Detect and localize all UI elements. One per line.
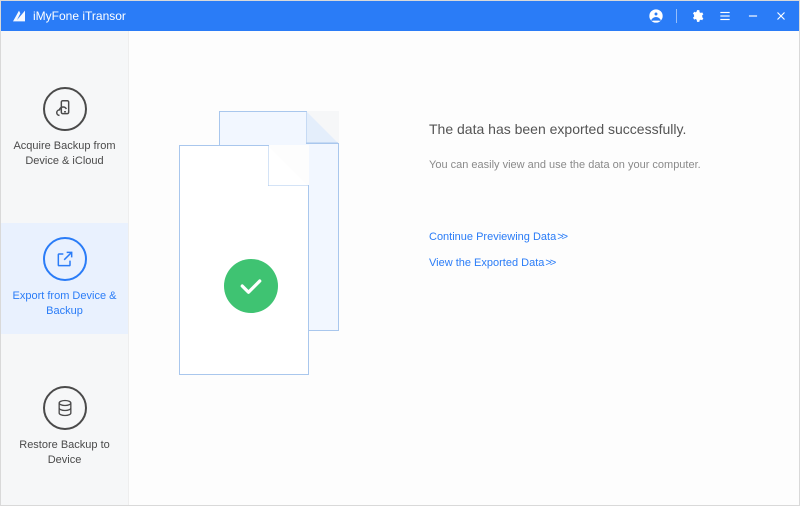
export-success-headline: The data has been exported successfully. [429, 121, 779, 137]
sidebar: Acquire Backup from Device & iCloud Expo… [1, 31, 129, 505]
chevron-right-icon: >> [556, 231, 566, 243]
divider [676, 9, 677, 23]
app-body: Acquire Backup from Device & iCloud Expo… [1, 31, 799, 505]
sidebar-item-restore[interactable]: Restore Backup to Device [1, 372, 128, 484]
device-cloud-icon [43, 87, 87, 131]
view-exported-data-link[interactable]: View the Exported Data >> [429, 257, 779, 269]
account-icon[interactable] [648, 8, 664, 24]
close-icon[interactable] [773, 8, 789, 24]
app-logo-icon [11, 8, 27, 24]
app-window: iMyFone iTransor [0, 0, 800, 506]
app-title: iMyFone iTransor [33, 9, 126, 23]
app-logo: iMyFone iTransor [11, 8, 126, 24]
gear-icon[interactable] [689, 8, 705, 24]
sidebar-item-label: Acquire Backup from Device & iCloud [10, 139, 120, 169]
continue-previewing-link[interactable]: Continue Previewing Data >> [429, 231, 779, 243]
sidebar-item-label: Restore Backup to Device [10, 438, 120, 468]
sidebar-item-export[interactable]: Export from Device & Backup [1, 223, 128, 335]
sidebar-item-label: Export from Device & Backup [10, 289, 120, 319]
result-text-column: The data has been exported successfully.… [429, 91, 779, 283]
chevron-right-icon: >> [544, 257, 554, 269]
main-content: The data has been exported successfully.… [129, 31, 799, 505]
link-label: View the Exported Data [429, 257, 544, 269]
link-label: Continue Previewing Data [429, 231, 556, 243]
minimize-icon[interactable] [745, 8, 761, 24]
database-icon [43, 386, 87, 430]
document-success-illustration [179, 111, 359, 371]
export-icon [43, 237, 87, 281]
sidebar-item-acquire[interactable]: Acquire Backup from Device & iCloud [1, 73, 128, 185]
export-success-subtext: You can easily view and use the data on … [429, 159, 779, 171]
title-bar-controls [648, 8, 789, 24]
success-check-icon [224, 259, 278, 313]
menu-icon[interactable] [717, 8, 733, 24]
title-bar: iMyFone iTransor [1, 1, 799, 31]
